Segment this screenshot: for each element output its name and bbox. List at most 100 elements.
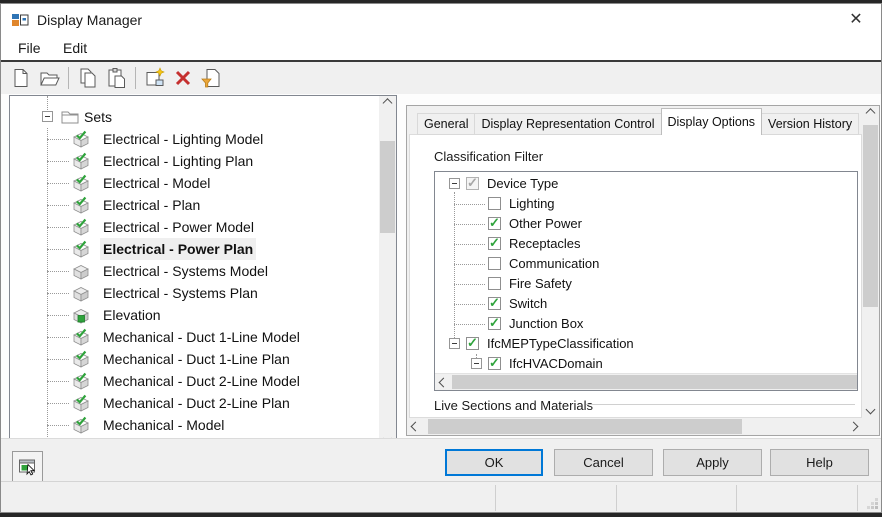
ok-button[interactable]: OK (445, 449, 543, 476)
close-icon[interactable]: ✕ (841, 6, 871, 34)
copy-button[interactable] (74, 65, 102, 91)
display-set-electrical-model[interactable]: Electrical - Model (10, 172, 379, 194)
classification-checkbox[interactable] (488, 257, 501, 270)
open-button[interactable] (35, 65, 63, 91)
tree-connector (454, 224, 485, 225)
new-button[interactable] (7, 65, 35, 91)
tree-connector (47, 359, 69, 360)
display-set-label: Electrical - Systems Model (100, 260, 271, 282)
display-set-electrical-plan[interactable]: Electrical - Plan (10, 194, 379, 216)
new-set-button[interactable] (141, 65, 169, 91)
display-set-electrical-lighting-plan[interactable]: Electrical - Lighting Plan (10, 150, 379, 172)
classification-checkbox[interactable] (488, 237, 501, 250)
display-set-checked-icon (71, 327, 91, 347)
display-set-electrical-systems-plan[interactable]: Electrical - Systems Plan (10, 282, 379, 304)
delete-button[interactable] (169, 65, 197, 91)
scroll-up-icon[interactable] (862, 106, 879, 123)
classification-checkbox[interactable] (488, 197, 501, 210)
menu-file[interactable]: File (9, 36, 50, 60)
display-set-checked-icon (71, 217, 91, 237)
classification-label: Fire Safety (509, 274, 572, 294)
display-set-mechanical-model[interactable]: Mechanical - Model (10, 414, 379, 436)
tree-connector (47, 381, 69, 382)
display-set-mechanical-duct-1-line-model[interactable]: Mechanical - Duct 1-Line Model (10, 326, 379, 348)
tree-connector (47, 139, 69, 140)
purge-icon (200, 67, 222, 89)
classification-ifcmeptypeclassification: IfcMEPTypeClassification (435, 334, 857, 354)
classification-label: IfcMEPTypeClassification (487, 334, 634, 354)
classification-device-type: Device Type (435, 174, 857, 194)
display-set-checked-icon (71, 173, 91, 193)
display-set-mechanical-duct-2-line-model[interactable]: Mechanical - Duct 2-Line Model (10, 370, 379, 392)
classification-checkbox[interactable] (488, 357, 501, 370)
scrollbar-thumb[interactable] (863, 125, 878, 307)
purge-button[interactable] (197, 65, 225, 91)
classification-label: Lighting (509, 194, 555, 214)
classification-lighting: Lighting (435, 194, 857, 214)
display-manager-window: Display Manager ✕ File Edit (0, 3, 882, 513)
statusbar-divider (857, 485, 858, 511)
display-set-label: Elevation (100, 304, 164, 326)
pane-vertical-scrollbar[interactable] (862, 106, 879, 418)
display-set-label: Mechanical - Duct 1-Line Model (100, 326, 303, 348)
tree-connector (454, 324, 485, 325)
display-set-plain-icon (71, 261, 91, 281)
menu-edit[interactable]: Edit (54, 36, 96, 60)
tree-connector (47, 183, 69, 184)
tab-display-options[interactable]: Display Options (661, 108, 763, 135)
scroll-left-icon[interactable] (435, 374, 452, 391)
scrollbar-thumb[interactable] (380, 141, 395, 233)
tree-connector (47, 293, 69, 294)
tab-general[interactable]: General (417, 113, 475, 135)
pick-display-set-button[interactable] (12, 451, 43, 482)
scroll-down-icon[interactable] (862, 401, 879, 418)
tree-connector (454, 284, 485, 285)
tree-connector (47, 403, 69, 404)
classification-label: Junction Box (509, 314, 583, 334)
display-set-mechanical-duct-1-line-plan[interactable]: Mechanical - Duct 1-Line Plan (10, 348, 379, 370)
collapse-icon[interactable] (449, 338, 460, 349)
resize-grip-icon[interactable] (866, 497, 879, 510)
display-set-mechanical-duct-2-line-plan[interactable]: Mechanical - Duct 2-Line Plan (10, 392, 379, 414)
pane-horizontal-scrollbar[interactable] (407, 418, 862, 435)
display-set-electrical-power-model[interactable]: Electrical - Power Model (10, 216, 379, 238)
collapse-icon[interactable] (471, 358, 482, 369)
statusbar-divider (616, 485, 617, 511)
classification-checkbox[interactable] (488, 217, 501, 230)
display-set-electrical-lighting-model[interactable]: Electrical - Lighting Model (10, 128, 379, 150)
scroll-left-icon[interactable] (407, 418, 424, 435)
display-set-label: Mechanical - Duct 2-Line Plan (100, 392, 293, 414)
apply-button[interactable]: Apply (663, 449, 762, 476)
classification-checkbox[interactable] (488, 317, 501, 330)
copy-icon (77, 67, 99, 89)
tree-vertical-scrollbar[interactable] (379, 96, 396, 447)
classification-checkbox[interactable] (466, 177, 479, 190)
collapse-icon[interactable] (449, 178, 460, 189)
display-set-checked-icon (71, 239, 91, 259)
tree-connector (47, 227, 69, 228)
display-set-electrical-power-plan[interactable]: Electrical - Power Plan (10, 238, 379, 260)
tree-connector (454, 264, 485, 265)
display-set-electrical-systems-model[interactable]: Electrical - Systems Model (10, 260, 379, 282)
tree-connector (454, 244, 485, 245)
cancel-button[interactable]: Cancel (554, 449, 653, 476)
classification-checkbox[interactable] (466, 337, 479, 350)
help-button[interactable]: Help (770, 449, 869, 476)
classification-checkbox[interactable] (488, 277, 501, 290)
delete-icon (172, 67, 194, 89)
scroll-up-icon[interactable] (379, 96, 396, 113)
display-set-elevation[interactable]: Elevation (10, 304, 379, 326)
classification-checkbox[interactable] (488, 297, 501, 310)
tab-display-representation-control[interactable]: Display Representation Control (474, 113, 661, 135)
scroll-right-icon[interactable] (845, 418, 862, 435)
menu-bar: File Edit (1, 36, 881, 60)
tree-root-sets[interactable]: Sets (10, 106, 379, 128)
classification-horizontal-scrollbar[interactable] (435, 373, 857, 390)
display-sets-tree: Sets Electrical - Lighting Model Electri… (10, 96, 379, 447)
collapse-icon[interactable] (42, 111, 53, 122)
scrollbar-thumb[interactable] (428, 419, 742, 434)
tab-version-history[interactable]: Version History (761, 113, 859, 135)
scrollbar-thumb[interactable] (452, 375, 857, 389)
paste-button[interactable] (102, 65, 130, 91)
classification-fire-safety: Fire Safety (435, 274, 857, 294)
